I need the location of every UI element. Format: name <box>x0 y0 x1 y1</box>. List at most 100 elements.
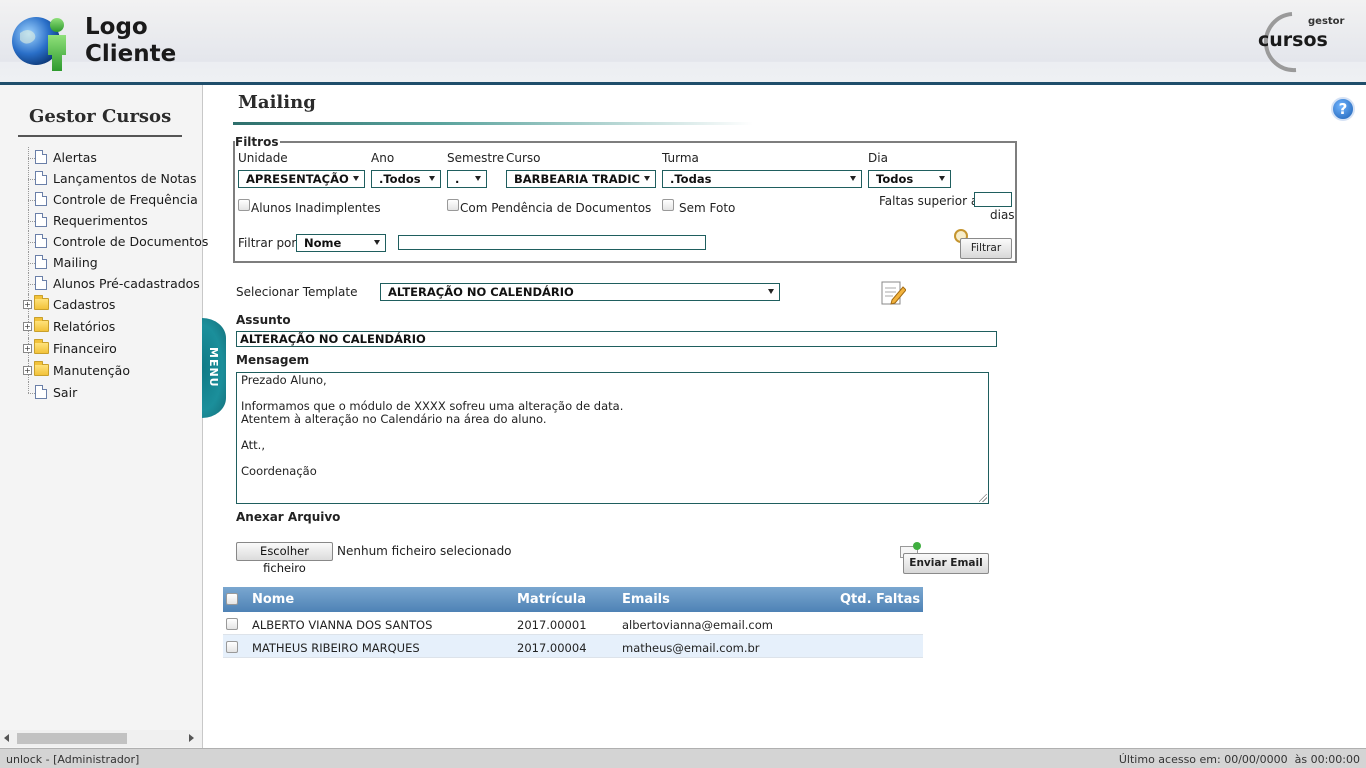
select-all-checkbox[interactable] <box>226 593 238 605</box>
page-title-underline <box>233 122 753 125</box>
curso-select[interactable]: BARBEARIA TRADIC <box>506 170 656 188</box>
column-header-emails[interactable]: Emails <box>622 592 670 607</box>
template-select[interactable]: ALTERAÇÃO NO CALENDÁRIO <box>380 283 780 301</box>
table-row[interactable]: MATHEUS RIBEIRO MARQUES 2017.00004 mathe… <box>223 635 923 658</box>
alunos-inadimplentes-label: Alunos Inadimplentes <box>251 201 381 215</box>
edit-template-icon[interactable] <box>880 279 906 306</box>
folder-icon <box>34 295 49 310</box>
row-checkbox[interactable] <box>226 641 238 653</box>
pendencia-documentos-checkbox[interactable] <box>447 199 459 211</box>
turma-select[interactable]: .Todas <box>662 170 862 188</box>
sidebar-item-label: Financeiro <box>53 341 117 356</box>
dropdown-arrow-icon <box>644 176 650 181</box>
expand-plus-icon[interactable]: + <box>23 300 32 309</box>
mensagem-textarea[interactable]: Prezado Aluno, Informamos que o módulo d… <box>236 372 989 504</box>
sidebar-item-relatorios[interactable]: + Relatórios <box>22 316 202 338</box>
scroll-left-arrow-icon[interactable] <box>4 734 9 742</box>
semestre-label: Semestre <box>447 151 505 165</box>
dia-select-value: Todos <box>876 172 914 186</box>
folder-icon <box>34 317 49 332</box>
assunto-input[interactable]: ALTERAÇÃO NO CALENDÁRIO <box>236 331 997 347</box>
scroll-thumb[interactable] <box>17 733 127 744</box>
sidebar-title-divider <box>18 135 182 137</box>
status-last-access: Último acesso em: 00/00/0000 às 00:00:00 <box>1118 753 1360 766</box>
dropdown-arrow-icon <box>429 176 435 181</box>
unidade-select-value: APRESENTAÇÃO <box>246 172 349 186</box>
anexar-arquivo-label: Anexar Arquivo <box>236 510 341 524</box>
sidebar-item-lancamentos-notas[interactable]: Lançamentos de Notas <box>22 168 202 189</box>
column-header-nome[interactable]: Nome <box>252 592 294 607</box>
expand-plus-icon[interactable]: + <box>23 344 32 353</box>
sidebar-item-label: Lançamentos de Notas <box>53 171 197 186</box>
sidebar-item-mailing[interactable]: Mailing <box>22 252 202 273</box>
logo-line1: Logo <box>85 14 148 40</box>
sidebar-horizontal-scrollbar[interactable] <box>0 730 202 747</box>
resize-grip-icon[interactable] <box>979 494 987 502</box>
filtrar-por-select[interactable]: Nome <box>296 234 386 252</box>
expand-plus-icon[interactable]: + <box>23 366 32 375</box>
sidebar-title: Gestor Cursos <box>29 106 172 127</box>
sidebar-item-alertas[interactable]: Alertas <box>22 147 202 168</box>
cell-matricula: 2017.00004 <box>517 641 587 655</box>
alunos-inadimplentes-checkbox[interactable] <box>238 199 250 211</box>
semestre-select-value: . <box>455 172 460 186</box>
page-title: Mailing <box>238 92 316 113</box>
sidebar: Gestor Cursos Alertas Lançamentos de Not… <box>0 85 208 748</box>
filtrar-por-label: Filtrar por <box>238 236 297 250</box>
template-label: Selecionar Template <box>236 285 358 299</box>
document-icon <box>35 171 47 185</box>
enviar-email-button[interactable]: Enviar Email <box>903 553 989 574</box>
sidebar-item-alunos-pre-cadastrados[interactable]: Alunos Pré-cadastrados <box>22 273 202 294</box>
sidebar-item-label: Sair <box>53 385 78 400</box>
filters-legend: Filtros <box>235 135 281 149</box>
sidebar-item-controle-frequencia[interactable]: Controle de Frequência <box>22 189 202 210</box>
document-icon <box>35 276 47 290</box>
sidebar-item-label: Relatórios <box>53 319 116 334</box>
status-user: unlock - [Administrador] <box>6 753 140 766</box>
column-header-qtd-faltas[interactable]: Qtd. Faltas <box>840 592 920 607</box>
choose-file-button[interactable]: Escolher ficheiro <box>236 542 333 575</box>
semestre-select[interactable]: . <box>447 170 487 188</box>
sidebar-item-cadastros[interactable]: + Cadastros <box>22 294 202 316</box>
dropdown-arrow-icon <box>353 176 359 181</box>
tree-connector <box>28 242 35 243</box>
sidebar-item-sair[interactable]: Sair <box>22 382 202 403</box>
students-table: Nome Matrícula Emails Qtd. Faltas ALBERT… <box>223 587 923 658</box>
sidebar-item-financeiro[interactable]: + Financeiro <box>22 338 202 360</box>
curso-select-value: BARBEARIA TRADIC <box>514 172 640 186</box>
tree-connector <box>28 263 35 264</box>
dropdown-arrow-icon <box>374 240 380 245</box>
dropdown-arrow-icon <box>768 289 774 294</box>
pendencia-documentos-label: Com Pendência de Documentos <box>460 201 652 215</box>
sidebar-item-requerimentos[interactable]: Requerimentos <box>22 210 202 231</box>
ano-select[interactable]: .Todos <box>371 170 441 188</box>
unidade-label: Unidade <box>238 151 288 165</box>
table-row[interactable]: ALBERTO VIANNA DOS SANTOS 2017.00001 alb… <box>223 612 923 635</box>
tree-connector <box>28 158 35 159</box>
tree-connector <box>28 221 35 222</box>
sidebar-item-manutencao[interactable]: + Manutenção <box>22 360 202 382</box>
tree-connector <box>28 179 35 180</box>
filtrar-por-input[interactable] <box>398 235 706 250</box>
cell-email: albertovianna@email.com <box>622 618 773 632</box>
assunto-label: Assunto <box>236 313 291 327</box>
dia-label: Dia <box>868 151 888 165</box>
status-bar: unlock - [Administrador] Último acesso e… <box>0 748 1366 768</box>
sidebar-item-label: Alunos Pré-cadastrados <box>53 276 200 291</box>
sem-foto-checkbox[interactable] <box>662 199 674 211</box>
cell-email: matheus@email.com.br <box>622 641 760 655</box>
help-icon[interactable]: ? <box>1331 97 1355 121</box>
table-header: Nome Matrícula Emails Qtd. Faltas <box>223 587 923 612</box>
unidade-select[interactable]: APRESENTAÇÃO <box>238 170 365 188</box>
scroll-right-arrow-icon[interactable] <box>189 734 194 742</box>
row-checkbox[interactable] <box>226 618 238 630</box>
faltas-superior-input[interactable] <box>974 192 1012 207</box>
expand-plus-icon[interactable]: + <box>23 322 32 331</box>
filtrar-button[interactable]: Filtrar <box>960 238 1012 259</box>
dia-select[interactable]: Todos <box>868 170 951 188</box>
menu-tab-label[interactable]: MENU <box>202 347 220 388</box>
header-divider <box>0 82 1366 85</box>
column-header-matricula[interactable]: Matrícula <box>517 592 586 607</box>
sidebar-item-controle-documentos[interactable]: Controle de Documentos <box>22 231 208 252</box>
tree-connector <box>28 284 35 285</box>
